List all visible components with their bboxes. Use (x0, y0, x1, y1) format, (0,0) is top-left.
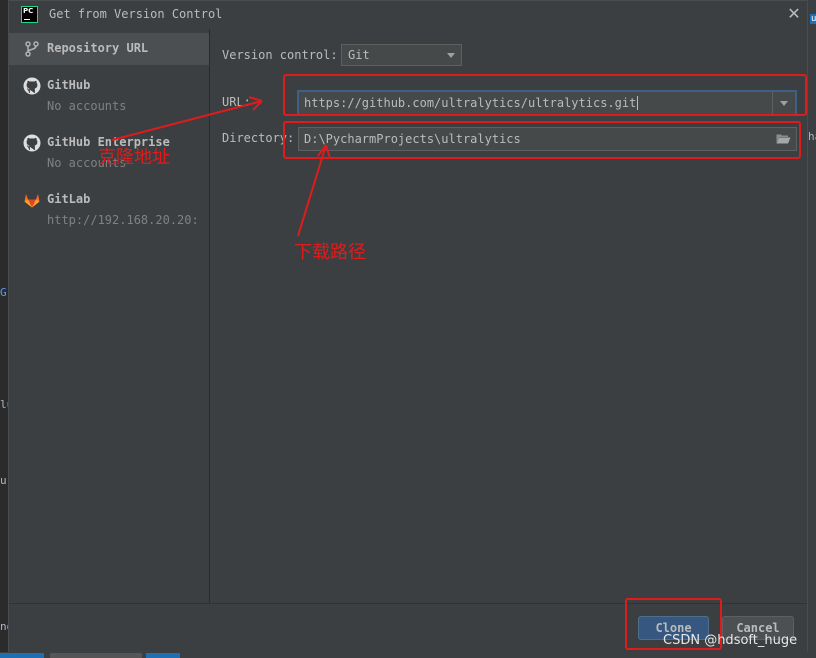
annotation-box-directory (283, 121, 801, 159)
sidebar-item-label: Repository URL (47, 41, 149, 55)
annotation-box-url (283, 74, 807, 116)
gitlab-icon (24, 194, 40, 208)
version-control-select[interactable]: Git (341, 44, 462, 66)
background-fragment: u (0, 474, 7, 487)
vcs-sidebar: Repository URL GitHub No accounts GitHub… (9, 29, 210, 603)
sidebar-item-github[interactable]: GitHub No accounts (9, 69, 209, 119)
background-ide-right (808, 0, 816, 658)
background-fragment: G (0, 286, 7, 299)
github-icon (23, 134, 41, 152)
background-taskbar (0, 652, 816, 658)
github-icon (23, 77, 41, 95)
annotation-url-note: 克隆地址 (98, 147, 170, 168)
close-icon[interactable]: ✕ (785, 5, 803, 23)
version-control-label: Version control: (222, 48, 338, 62)
background-fragment: ha (808, 130, 816, 143)
chevron-down-icon (447, 53, 455, 58)
watermark: CSDN @hdsoft_huge (663, 633, 798, 648)
url-label: URL: (222, 95, 251, 109)
pycharm-icon: PC (21, 6, 38, 23)
background-fragment: u (810, 14, 816, 24)
branch-icon (25, 41, 39, 57)
sidebar-item-label: GitLab (47, 192, 91, 206)
sidebar-item-repository-url[interactable]: Repository URL (9, 33, 209, 65)
window-title: Get from Version Control (49, 7, 223, 21)
annotation-directory-note: 下载路径 (294, 242, 366, 263)
title-bar: PC Get from Version Control ✕ (9, 1, 807, 29)
background-ide-left (0, 0, 8, 658)
sidebar-item-subtitle: http://192.168.20.20:9 (47, 213, 199, 227)
sidebar-item-gitlab[interactable]: GitLab http://192.168.20.20:9 (9, 183, 209, 233)
sidebar-item-label: GitHub (47, 78, 91, 92)
sidebar-item-subtitle: No accounts (47, 99, 127, 113)
version-control-value: Git (348, 48, 370, 62)
